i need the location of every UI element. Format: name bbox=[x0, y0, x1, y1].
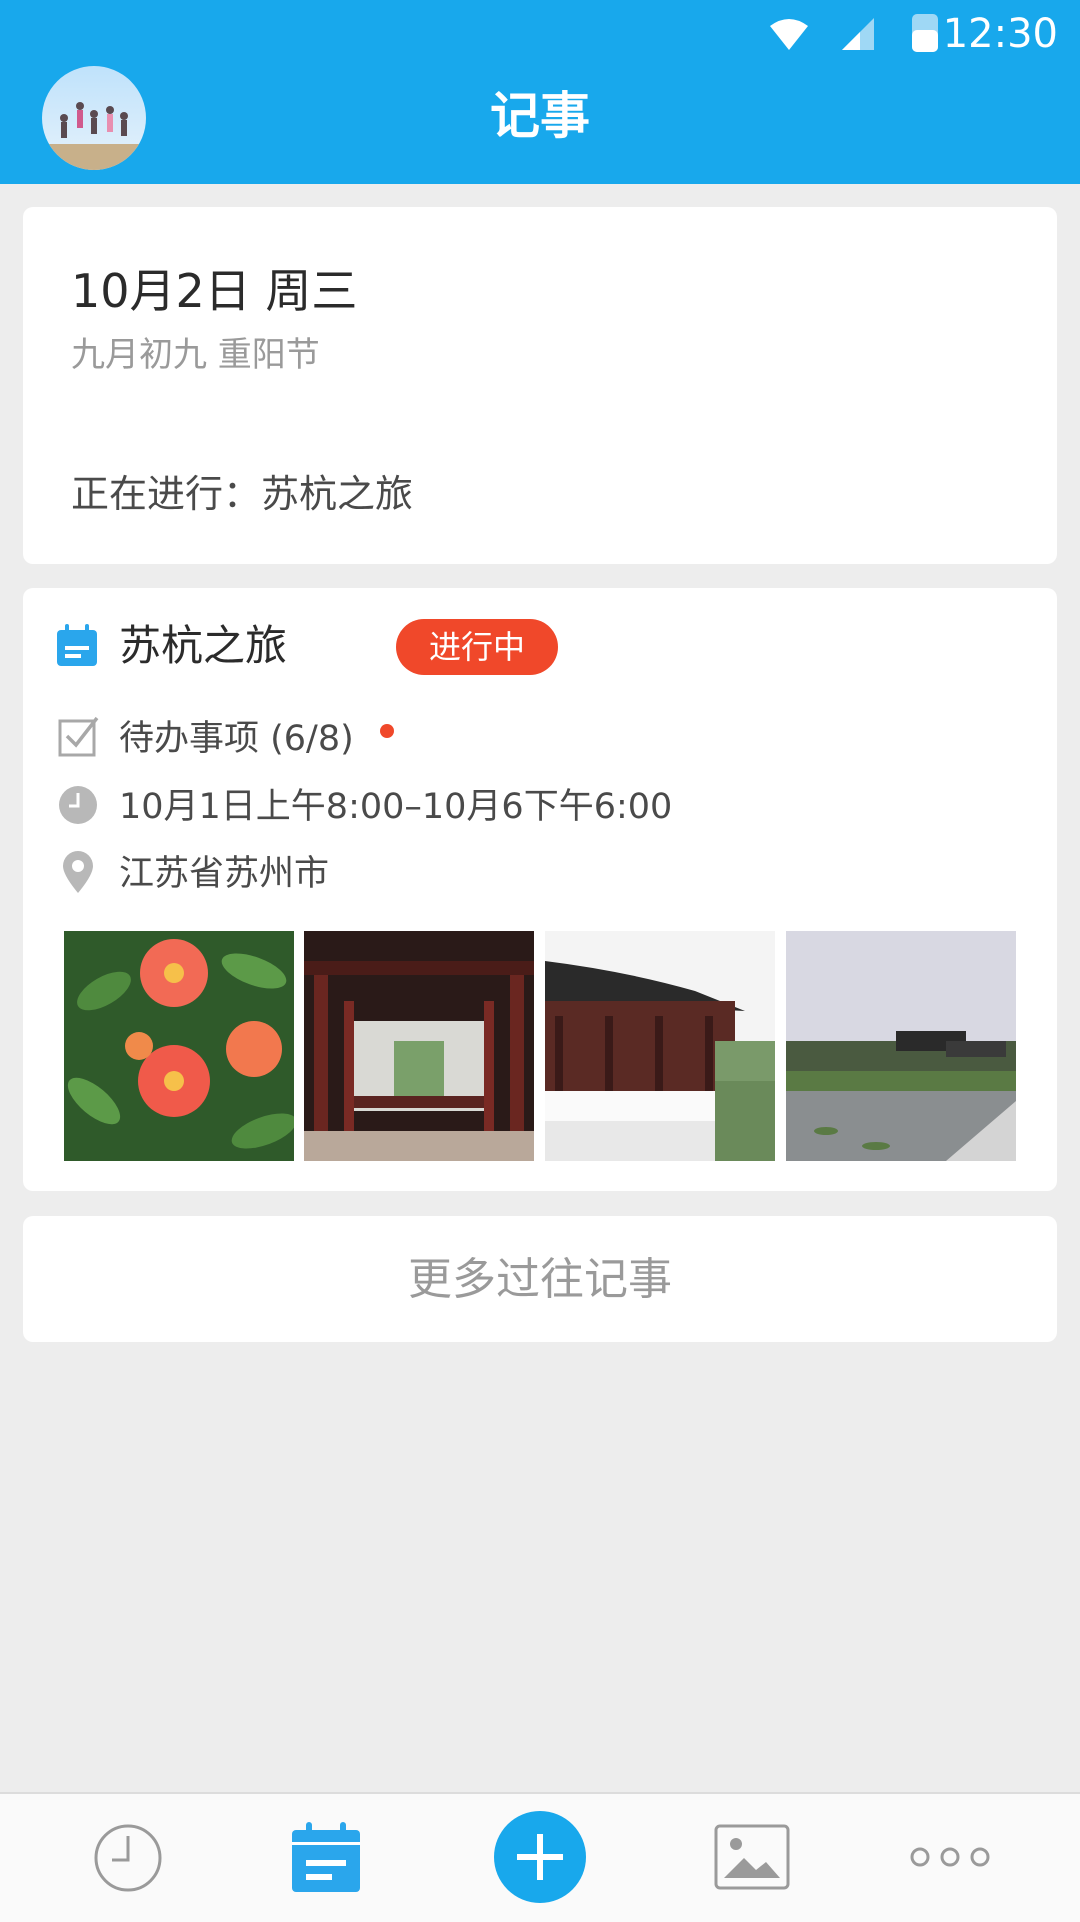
checkbox-icon bbox=[58, 716, 99, 757]
clock-icon bbox=[94, 1824, 162, 1892]
calendar-icon bbox=[57, 624, 97, 666]
ongoing-event[interactable]: 正在进行：苏杭之旅 bbox=[71, 469, 413, 519]
wifi-icon bbox=[770, 19, 808, 50]
event-location: 江苏省苏州市 bbox=[119, 854, 330, 894]
more-past-events-label: 更多过往记事 bbox=[408, 1254, 672, 1305]
app-bar: 12:30 记事 bbox=[0, 0, 1080, 184]
event-time: 10月1日上午8:00–10月6下午6:00 bbox=[119, 787, 673, 827]
add-button[interactable] bbox=[460, 1794, 620, 1922]
unread-dot bbox=[380, 724, 394, 738]
status-badge: 进行中 bbox=[396, 619, 558, 675]
todo-summary[interactable]: 待办事项 (6/8) bbox=[119, 716, 354, 762]
location-pin-icon bbox=[63, 851, 93, 893]
image-icon bbox=[714, 1824, 790, 1890]
event-card[interactable]: 苏杭之旅 进行中 待办事项 (6/8) 10月1日上午8:00–10月6下午6:… bbox=[23, 588, 1057, 1191]
corridor-photo[interactable] bbox=[304, 931, 534, 1161]
today-date: 10月2日 周三 bbox=[71, 264, 358, 318]
nav-gallery[interactable] bbox=[672, 1794, 832, 1922]
nav-events[interactable] bbox=[246, 1794, 406, 1922]
battery-icon bbox=[912, 14, 938, 52]
add-icon bbox=[494, 1811, 586, 1903]
signal-icon bbox=[842, 18, 874, 50]
nav-history[interactable] bbox=[48, 1794, 208, 1922]
flowers-photo[interactable] bbox=[64, 931, 294, 1161]
event-title: 苏杭之旅 bbox=[119, 621, 288, 670]
status-time: 12:30 bbox=[942, 11, 1058, 57]
lake-photo[interactable] bbox=[786, 931, 1016, 1161]
page-title: 记事 bbox=[490, 87, 590, 145]
lunar-date: 九月初九 重阳节 bbox=[71, 335, 320, 375]
more-icon bbox=[910, 1847, 990, 1867]
pavilion-photo[interactable] bbox=[545, 931, 775, 1161]
bottom-nav bbox=[0, 1792, 1080, 1922]
nav-more[interactable] bbox=[870, 1794, 1030, 1922]
clock-icon bbox=[59, 786, 97, 824]
more-past-events-button[interactable]: 更多过往记事 bbox=[23, 1216, 1057, 1342]
today-card: 10月2日 周三 九月初九 重阳节 正在进行：苏杭之旅 bbox=[23, 207, 1057, 564]
calendar-icon bbox=[292, 1822, 360, 1892]
